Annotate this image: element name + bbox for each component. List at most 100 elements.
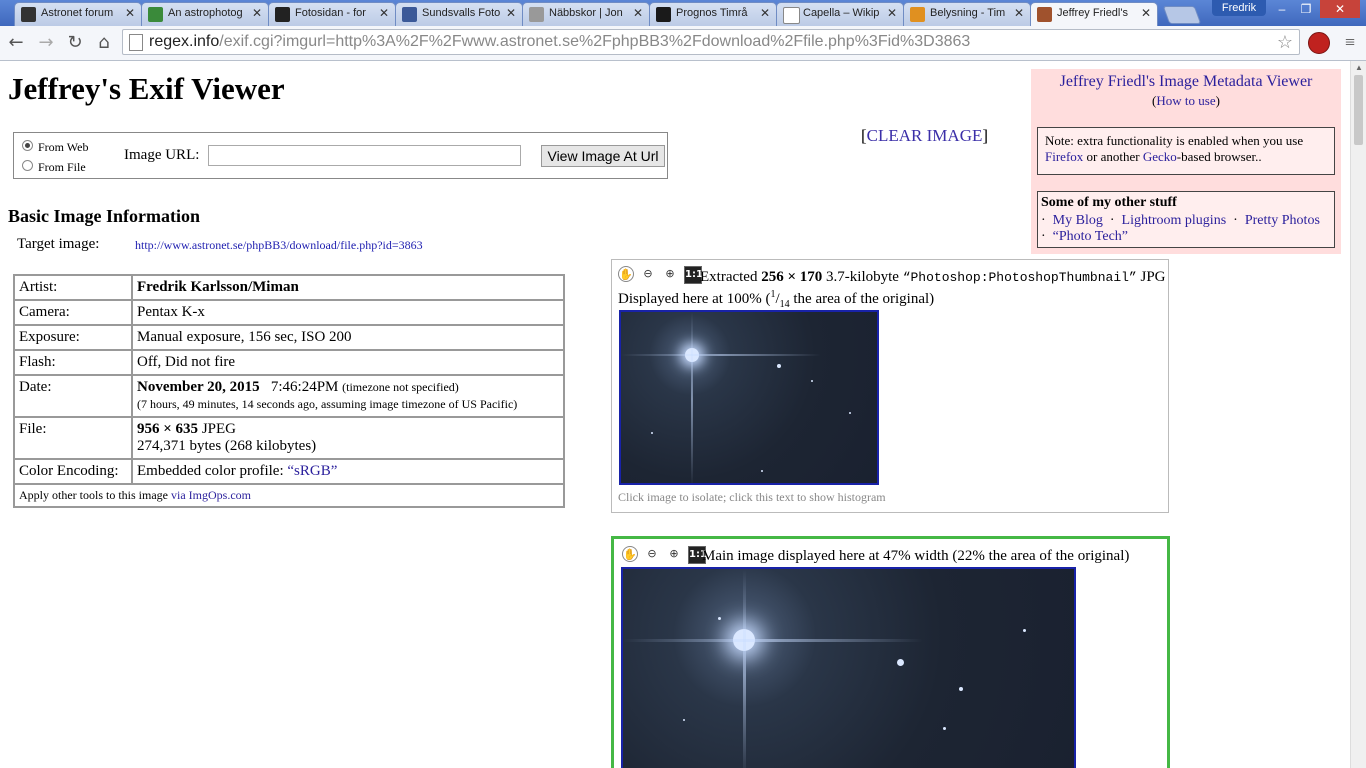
hand-icon[interactable]: ✋: [618, 266, 634, 282]
table-row: Apply other tools to this image via ImgO…: [13, 483, 565, 508]
clear-image-link[interactable]: CLEAR IMAGE: [867, 126, 983, 145]
gecko-link[interactable]: Gecko: [1143, 149, 1177, 164]
new-tab-button[interactable]: [1162, 6, 1202, 24]
image-url-input[interactable]: [208, 145, 521, 166]
table-row: Artist: Fredrik Karlsson/Miman: [13, 274, 565, 301]
tab-belysning[interactable]: Belysning - Tim ✕: [903, 2, 1031, 26]
site-favicon-icon: [148, 7, 163, 22]
view-image-button[interactable]: View Image At Url: [541, 145, 665, 167]
main-image-caption: Main image displayed here at 47% width (…: [702, 548, 1130, 564]
tab-astrophotog[interactable]: An astrophotog ✕: [141, 2, 269, 26]
target-image-link[interactable]: http://www.astronet.se/phpBB3/download/f…: [135, 238, 423, 253]
image-url-form: From Web From File Image URL: View Image…: [13, 132, 668, 179]
thumbnail-image[interactable]: [619, 310, 879, 485]
back-icon[interactable]: ←: [4, 31, 28, 55]
how-to-use-link[interactable]: How to use: [1156, 93, 1215, 108]
from-web-radio[interactable]: [22, 140, 33, 151]
scrollbar-thumb[interactable]: [1354, 75, 1363, 145]
target-image-label: Target image:: [17, 236, 100, 252]
clear-image: [CLEAR IMAGE]: [861, 126, 989, 145]
thumbnail-caption: Extracted 256 × 170 3.7-kilobyte “Photos…: [700, 269, 1166, 285]
from-file-radio[interactable]: [22, 160, 33, 171]
tab-nabbskor[interactable]: Näbbskor | Jon ✕: [522, 2, 650, 26]
vertical-scrollbar[interactable]: ▲: [1350, 61, 1366, 768]
histogram-hint[interactable]: Click image to isolate; click this text …: [618, 490, 886, 505]
home-icon[interactable]: ⌂: [92, 31, 116, 55]
smhi-favicon-icon: [656, 7, 671, 22]
user-profile-button[interactable]: Fredrik: [1212, 0, 1266, 16]
close-icon[interactable]: ✕: [1141, 6, 1151, 20]
main-image[interactable]: [621, 567, 1076, 768]
lightroom-plugins-link[interactable]: Lightroom plugins: [1122, 213, 1227, 228]
table-row: Date: November 20, 2015 7:46:24PM (timezo…: [13, 374, 565, 418]
tab-prognos[interactable]: Prognos Timrå ✕: [649, 2, 777, 26]
jeffrey-favicon-icon: [1037, 7, 1052, 22]
page-icon: [129, 34, 143, 51]
tab-capella[interactable]: Capella – Wikip ✕: [776, 2, 904, 26]
srgb-link[interactable]: “sRGB”: [287, 463, 337, 479]
sidebar-title[interactable]: Jeffrey Friedl's Image Metadata Viewer: [1031, 73, 1341, 91]
restore-icon[interactable]: ❐: [1294, 0, 1318, 18]
url-text: regex.info/exif.cgi?imgurl=http%3A%2F%2F…: [149, 33, 971, 50]
bookmark-star-icon[interactable]: ☆: [1277, 30, 1293, 54]
close-icon[interactable]: ✕: [633, 6, 643, 20]
color-encoding-value: Embedded color profile: “sRGB”: [131, 458, 565, 485]
imgops-link[interactable]: via ImgOps.com: [171, 488, 251, 502]
photo-tech-link[interactable]: “Photo Tech”: [1053, 229, 1128, 244]
tab-title: Näbbskor | Jon: [549, 7, 623, 19]
menu-icon[interactable]: ≡: [1340, 32, 1360, 52]
table-row: Camera: Pentax K-x: [13, 299, 565, 326]
table-row: File: 956 × 635 JPEG 274,371 bytes (268 ki…: [13, 416, 565, 460]
address-bar[interactable]: regex.info/exif.cgi?imgurl=http%3A%2F%2F…: [122, 29, 1300, 55]
main-image-panel: ✋ ⊖ ⊕ 1:1 Main image displayed here at 4…: [611, 536, 1170, 768]
scroll-up-icon[interactable]: ▲: [1355, 63, 1363, 72]
reload-icon[interactable]: ↻: [63, 31, 87, 55]
firefox-link[interactable]: Firefox: [1045, 149, 1083, 164]
exif-table: Artist: Fredrik Karlsson/Miman Camera: Pen…: [13, 274, 565, 508]
date-value: November 20, 2015 7:46:24PM (timezone no…: [131, 374, 565, 418]
tab-sundsvalls[interactable]: Sundsvalls Foto ✕: [395, 2, 523, 26]
date-key: Date:: [13, 374, 133, 418]
minimize-icon[interactable]: –: [1270, 0, 1294, 18]
tab-jeffrey[interactable]: Jeffrey Friedl's ✕: [1030, 2, 1158, 27]
from-file-label: From File: [38, 160, 86, 174]
tab-title: Capella – Wikip: [803, 7, 880, 19]
tab-title: An astrophotog: [168, 7, 243, 19]
zoom-in-icon[interactable]: ⊕: [662, 266, 678, 282]
exposure-value: Manual exposure, 156 sec, ISO 200: [131, 324, 565, 351]
file-value: 956 × 635 JPEG 274,371 bytes (268 kilobyt…: [131, 416, 565, 460]
window-close-icon[interactable]: ✕: [1320, 0, 1360, 18]
astronet-favicon-icon: [21, 7, 36, 22]
main-image-icons: ✋ ⊖ ⊕ 1:1: [622, 546, 707, 564]
forward-icon[interactable]: →: [34, 31, 58, 55]
close-icon[interactable]: ✕: [379, 6, 389, 20]
camera-value: Pentax K-x: [131, 299, 565, 326]
tab-title: Sundsvalls Foto: [422, 7, 501, 19]
zoom-out-icon[interactable]: ⊖: [640, 266, 656, 282]
thumbnail-display-note: Displayed here at 100% (1/14 the area of…: [618, 289, 935, 310]
tab-astronet[interactable]: Astronet forum ✕: [14, 2, 142, 26]
adblock-extension-icon[interactable]: [1308, 32, 1330, 54]
hand-icon[interactable]: ✋: [622, 546, 638, 562]
wikipedia-favicon-icon: [783, 7, 800, 24]
other-stuff-heading: Some of my other stuff: [1041, 195, 1177, 210]
zoom-in-icon[interactable]: ⊕: [666, 546, 682, 562]
tab-fotosidan[interactable]: Fotosidan - for ✕: [268, 2, 396, 26]
close-icon[interactable]: ✕: [887, 6, 897, 20]
pretty-photos-link[interactable]: Pretty Photos: [1245, 213, 1320, 228]
my-blog-link[interactable]: My Blog: [1053, 213, 1103, 228]
close-icon[interactable]: ✕: [1014, 6, 1024, 20]
close-icon[interactable]: ✕: [252, 6, 262, 20]
basic-info-heading: Basic Image Information: [8, 206, 200, 226]
table-row: Color Encoding: Embedded color profile: “…: [13, 458, 565, 485]
zoom-out-icon[interactable]: ⊖: [644, 546, 660, 562]
tab-title: Belysning - Tim: [930, 7, 1006, 19]
page-title: Jeffrey's Exif Viewer: [8, 71, 285, 106]
page-content: Jeffrey's Exif Viewer From Web From File…: [0, 61, 1350, 768]
close-icon[interactable]: ✕: [760, 6, 770, 20]
image-url-label: Image URL:: [124, 147, 200, 163]
how-to-use: (How to use): [1152, 93, 1220, 108]
close-icon[interactable]: ✕: [125, 6, 135, 20]
tab-strip: Astronet forum ✕ An astrophotog ✕ Fotosida…: [0, 0, 1366, 27]
close-icon[interactable]: ✕: [506, 6, 516, 20]
